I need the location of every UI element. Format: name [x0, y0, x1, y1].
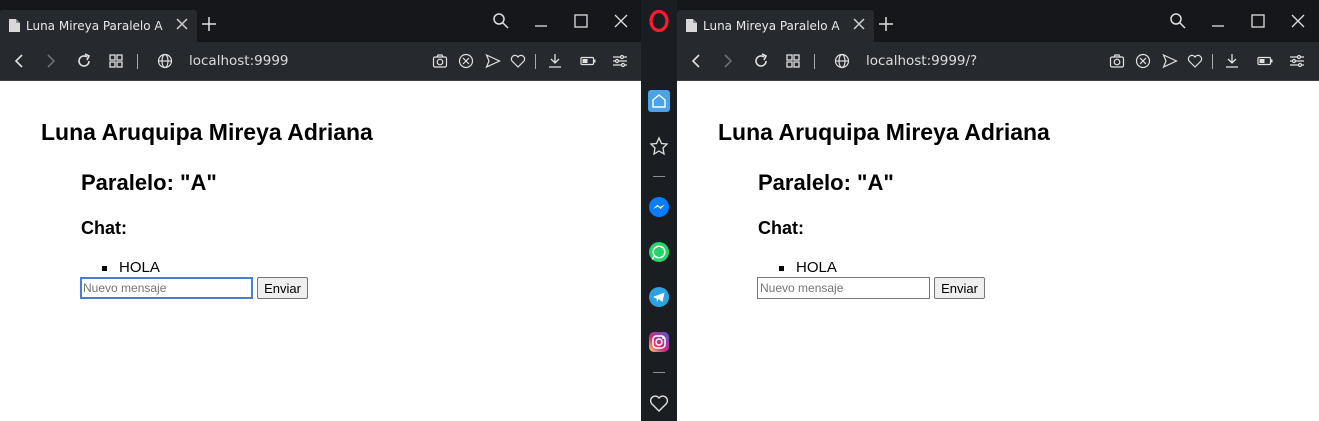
adblock-icon[interactable]: [1135, 53, 1151, 69]
new-tab-icon[interactable]: [879, 17, 893, 31]
browser-window-left: Luna Mireya Paralelo A localhost:9999 Lu…: [0, 0, 641, 421]
search-tabs-icon[interactable]: [492, 12, 510, 30]
download-icon[interactable]: [547, 53, 563, 69]
back-icon[interactable]: [11, 53, 27, 69]
chat-heading: Chat:: [81, 218, 127, 238]
globe-icon[interactable]: [157, 53, 173, 69]
new-message-input[interactable]: [80, 277, 253, 299]
browser-tab[interactable]: Luna Mireya Paralelo A: [0, 10, 197, 42]
close-tab-icon[interactable]: [175, 17, 189, 31]
send-button[interactable]: Enviar: [934, 277, 985, 299]
list-bullet: [102, 266, 107, 271]
bookmarks-icon[interactable]: [648, 135, 670, 157]
opera-sidebar: [641, 0, 677, 421]
name-heading: Luna Aruquipa Mireya Adriana: [41, 119, 373, 145]
title-bar: Luna Mireya Paralelo A: [0, 0, 641, 42]
reload-icon[interactable]: [76, 53, 92, 69]
download-icon[interactable]: [1224, 53, 1240, 69]
reload-icon[interactable]: [753, 53, 769, 69]
toolbar-divider: [535, 54, 536, 69]
maximize-icon[interactable]: [1249, 12, 1267, 30]
easy-setup-icon[interactable]: [1289, 53, 1305, 69]
close-window-icon[interactable]: [612, 12, 630, 30]
snapshot-icon[interactable]: [432, 53, 448, 69]
toolbar-divider: [814, 54, 815, 69]
chat-message-text: HOLA: [119, 259, 160, 276]
list-bullet: [779, 266, 784, 271]
instagram-icon[interactable]: [648, 331, 670, 353]
search-tabs-icon[interactable]: [1169, 12, 1187, 30]
address-bar-url[interactable]: localhost:9999: [189, 53, 289, 69]
address-bar-url[interactable]: localhost:9999/?: [866, 53, 977, 69]
forward-icon[interactable]: [720, 53, 736, 69]
opera-logo-icon[interactable]: [648, 10, 670, 32]
name-heading: Luna Aruquipa Mireya Adriana: [718, 119, 1050, 145]
send-button[interactable]: Enviar: [257, 277, 308, 299]
globe-icon[interactable]: [834, 53, 850, 69]
paralelo-heading: Paralelo: "A": [758, 170, 894, 195]
maximize-icon[interactable]: [572, 12, 590, 30]
address-toolbar: localhost:9999: [0, 42, 641, 81]
sidebar-divider: [653, 176, 665, 177]
toolbar-divider: [137, 54, 138, 69]
battery-saver-icon[interactable]: [580, 53, 596, 69]
paralelo-heading: Paralelo: "A": [81, 170, 217, 195]
home-icon: [652, 94, 666, 108]
send-icon[interactable]: [485, 53, 501, 69]
chat-heading: Chat:: [758, 218, 804, 238]
browser-window-right: Luna Mireya Paralelo A localhost:9999/?: [677, 0, 1319, 421]
speed-dial-icon[interactable]: [108, 53, 124, 69]
new-tab-icon[interactable]: [202, 17, 216, 31]
tab-title: Luna Mireya Paralelo A: [703, 19, 840, 33]
chat-message-text: HOLA: [796, 259, 837, 276]
telegram-icon[interactable]: [648, 286, 670, 308]
easy-setup-icon[interactable]: [612, 53, 628, 69]
back-icon[interactable]: [688, 53, 704, 69]
close-tab-icon[interactable]: [852, 17, 866, 31]
document-icon: [686, 19, 697, 32]
toolbar-divider: [1212, 54, 1213, 69]
snapshot-icon[interactable]: [1109, 53, 1125, 69]
send-icon[interactable]: [1162, 53, 1178, 69]
page-content: Luna Aruquipa Mireya Adriana Paralelo: "…: [677, 81, 1319, 421]
new-message-input[interactable]: [757, 277, 930, 299]
close-window-icon[interactable]: [1289, 12, 1307, 30]
heart-icon[interactable]: [648, 392, 670, 414]
title-bar: Luna Mireya Paralelo A: [677, 0, 1319, 42]
minimize-icon[interactable]: [532, 12, 550, 30]
page-content: Luna Aruquipa Mireya Adriana Paralelo: "…: [0, 81, 641, 421]
browser-tab[interactable]: Luna Mireya Paralelo A: [677, 10, 874, 42]
minimize-icon[interactable]: [1209, 12, 1227, 30]
forward-icon[interactable]: [43, 53, 59, 69]
adblock-icon[interactable]: [458, 53, 474, 69]
speed-dial-icon[interactable]: [785, 53, 801, 69]
address-toolbar: localhost:9999/?: [677, 42, 1319, 81]
document-icon: [9, 19, 20, 32]
heart-icon[interactable]: [1187, 53, 1203, 69]
heart-icon[interactable]: [510, 53, 526, 69]
whatsapp-icon[interactable]: [648, 241, 670, 263]
desktop: Luna Mireya Paralelo A localhost:9999 Lu…: [0, 0, 1319, 421]
sidebar-divider: [653, 372, 665, 373]
battery-saver-icon[interactable]: [1257, 53, 1273, 69]
tab-title: Luna Mireya Paralelo A: [26, 19, 163, 33]
messenger-icon[interactable]: [648, 196, 670, 218]
home-sidebar-item[interactable]: [648, 90, 670, 112]
